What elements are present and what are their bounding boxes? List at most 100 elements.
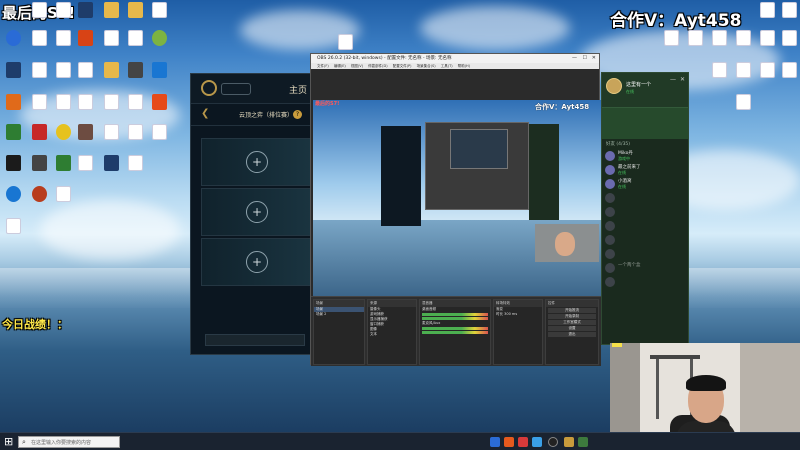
- friend-item[interactable]: [602, 247, 688, 261]
- windows-start-icon[interactable]: ⊞: [4, 436, 15, 447]
- obs-menu-bar[interactable]: 文件(F) 编辑(E) 视图(V) 停靠部件(D) 配置文件(P) 场景集合(S…: [311, 63, 599, 69]
- party-slot[interactable]: +: [201, 188, 313, 236]
- friend-item[interactable]: [602, 233, 688, 247]
- desktop-icon[interactable]: [732, 30, 754, 46]
- desktop-icon[interactable]: [708, 30, 730, 46]
- taskbar-app-icon[interactable]: [504, 437, 514, 447]
- taskbar-app-icon[interactable]: [532, 437, 542, 447]
- obs-taskbar-icon[interactable]: [548, 437, 558, 447]
- invite-plus-icon[interactable]: +: [246, 151, 268, 173]
- friend-item[interactable]: 一个两个盒: [602, 261, 688, 275]
- exit-button[interactable]: 退出: [548, 332, 596, 337]
- desktop-icon[interactable]: [684, 30, 706, 46]
- desktop-icon[interactable]: [74, 2, 96, 18]
- desktop-icon[interactable]: [124, 62, 146, 78]
- desktop-icon[interactable]: [124, 2, 146, 18]
- friend-item[interactable]: 小酒窝 在线: [602, 177, 688, 191]
- desktop-icon[interactable]: [756, 62, 778, 78]
- social-box[interactable]: [602, 107, 688, 139]
- desktop-icon[interactable]: [52, 62, 74, 78]
- desktop-icon[interactable]: [2, 94, 24, 111]
- desktop-icon[interactable]: [100, 2, 122, 18]
- sources-dock[interactable]: 来源 摄像头 游戏捕获 显示器捕获 窗口捕获 图像 文本: [367, 299, 417, 365]
- desktop-icon[interactable]: [2, 30, 24, 47]
- scene-item[interactable]: 场景 2: [314, 312, 364, 317]
- minimize-icon[interactable]: —: [572, 54, 577, 63]
- source-item[interactable]: 文本: [368, 332, 416, 337]
- desktop-icon[interactable]: [28, 186, 50, 202]
- friend-item[interactable]: 最之前来了 在线: [602, 163, 688, 177]
- desktop-icon[interactable]: [756, 30, 778, 46]
- desktop-icon[interactable]: [124, 94, 146, 110]
- desktop-icon[interactable]: [708, 62, 730, 78]
- mixer-dock[interactable]: 混音器 桌面音频 麦克风/Aux: [419, 299, 491, 365]
- play-button[interactable]: [221, 83, 251, 95]
- league-taskbar-icon[interactable]: [564, 437, 574, 447]
- desktop-icon[interactable]: [74, 155, 96, 171]
- desktop-icon[interactable]: [148, 124, 170, 140]
- desktop-icon[interactable]: [28, 62, 50, 78]
- maximize-icon[interactable]: ☐: [583, 54, 587, 63]
- controls-dock[interactable]: 控件 开始推流 开始录制 工作室模式 设置 退出: [545, 299, 599, 365]
- help-icon[interactable]: ?: [293, 110, 302, 119]
- desktop-icon[interactable]: [52, 186, 74, 202]
- studio-mode-button[interactable]: 工作室模式: [548, 320, 596, 325]
- desktop-icon[interactable]: [28, 124, 50, 140]
- friend-item[interactable]: [602, 275, 688, 289]
- transitions-dock[interactable]: 转场特效 渐变 时长 300 ms: [493, 299, 543, 365]
- desktop-icon[interactable]: [74, 124, 96, 140]
- taskbar-search-input[interactable]: ⌕ 在这里输入你要搜索的内容: [18, 436, 120, 448]
- desktop-icon[interactable]: [124, 124, 146, 140]
- taskbar-app-icon[interactable]: [518, 437, 528, 447]
- desktop-icon[interactable]: [28, 30, 50, 46]
- desktop-icon[interactable]: [52, 30, 74, 46]
- desktop-icon[interactable]: [2, 62, 24, 79]
- desktop-icon[interactable]: [778, 2, 800, 18]
- desktop-icon[interactable]: [148, 30, 170, 46]
- desktop-icon[interactable]: [732, 94, 754, 110]
- friend-item[interactable]: [602, 219, 688, 233]
- audio-meter[interactable]: [422, 317, 488, 320]
- minimize-icon[interactable]: —: [670, 76, 676, 83]
- desktop-icon[interactable]: [100, 155, 122, 171]
- friend-item[interactable]: [602, 191, 688, 205]
- start-streaming-button[interactable]: 开始推流: [548, 308, 596, 313]
- friends-section-header[interactable]: 好友 (4/35): [602, 139, 688, 149]
- close-icon[interactable]: ✕: [680, 76, 685, 83]
- desktop-icon[interactable]: [148, 62, 170, 78]
- desktop-icon[interactable]: [74, 30, 96, 46]
- invite-plus-icon[interactable]: +: [246, 201, 268, 223]
- desktop-icon[interactable]: [52, 155, 74, 171]
- desktop-icon[interactable]: [148, 94, 170, 110]
- desktop-icon[interactable]: [778, 30, 800, 46]
- friend-item[interactable]: [602, 205, 688, 219]
- desktop-icon[interactable]: [100, 94, 122, 110]
- desktop-icon[interactable]: [100, 30, 122, 46]
- desktop-icon[interactable]: [124, 155, 146, 171]
- audio-meter[interactable]: [422, 331, 488, 334]
- desktop-icon[interactable]: [660, 30, 682, 46]
- close-icon[interactable]: ✕: [592, 54, 596, 63]
- desktop-icon[interactable]: [148, 2, 170, 18]
- desktop-icon[interactable]: [74, 62, 96, 78]
- desktop-icon[interactable]: [74, 94, 96, 110]
- desktop-icon[interactable]: [100, 62, 122, 78]
- desktop-icon[interactable]: [778, 62, 800, 78]
- desktop-icon[interactable]: [2, 218, 24, 235]
- friend-item[interactable]: Miko丹 游戏中: [602, 149, 688, 163]
- desktop-icon[interactable]: [52, 2, 74, 18]
- desktop-icon[interactable]: [756, 2, 778, 18]
- taskbar-app-icon[interactable]: [578, 437, 588, 447]
- start-recording-button[interactable]: 开始录制: [548, 314, 596, 319]
- obs-window[interactable]: OBS 26.0.2 (32-bit, windows) - 配置文件: 无名称…: [310, 53, 601, 366]
- desktop-icon[interactable]: [334, 34, 356, 50]
- find-match-button[interactable]: [205, 334, 305, 346]
- home-tab[interactable]: 主页: [289, 83, 307, 96]
- audio-meter[interactable]: [422, 313, 488, 316]
- desktop-icon[interactable]: [124, 30, 146, 46]
- party-slot[interactable]: +: [201, 238, 313, 286]
- desktop-icon[interactable]: [732, 62, 754, 78]
- taskbar-app-icon[interactable]: [490, 437, 500, 447]
- transition-duration[interactable]: 时长 300 ms: [494, 312, 542, 317]
- friends-panel[interactable]: 这里有一个 在线 — ✕ 好友 (4/35) Miko丹 游戏中 最之前来了 在线 …: [601, 72, 689, 345]
